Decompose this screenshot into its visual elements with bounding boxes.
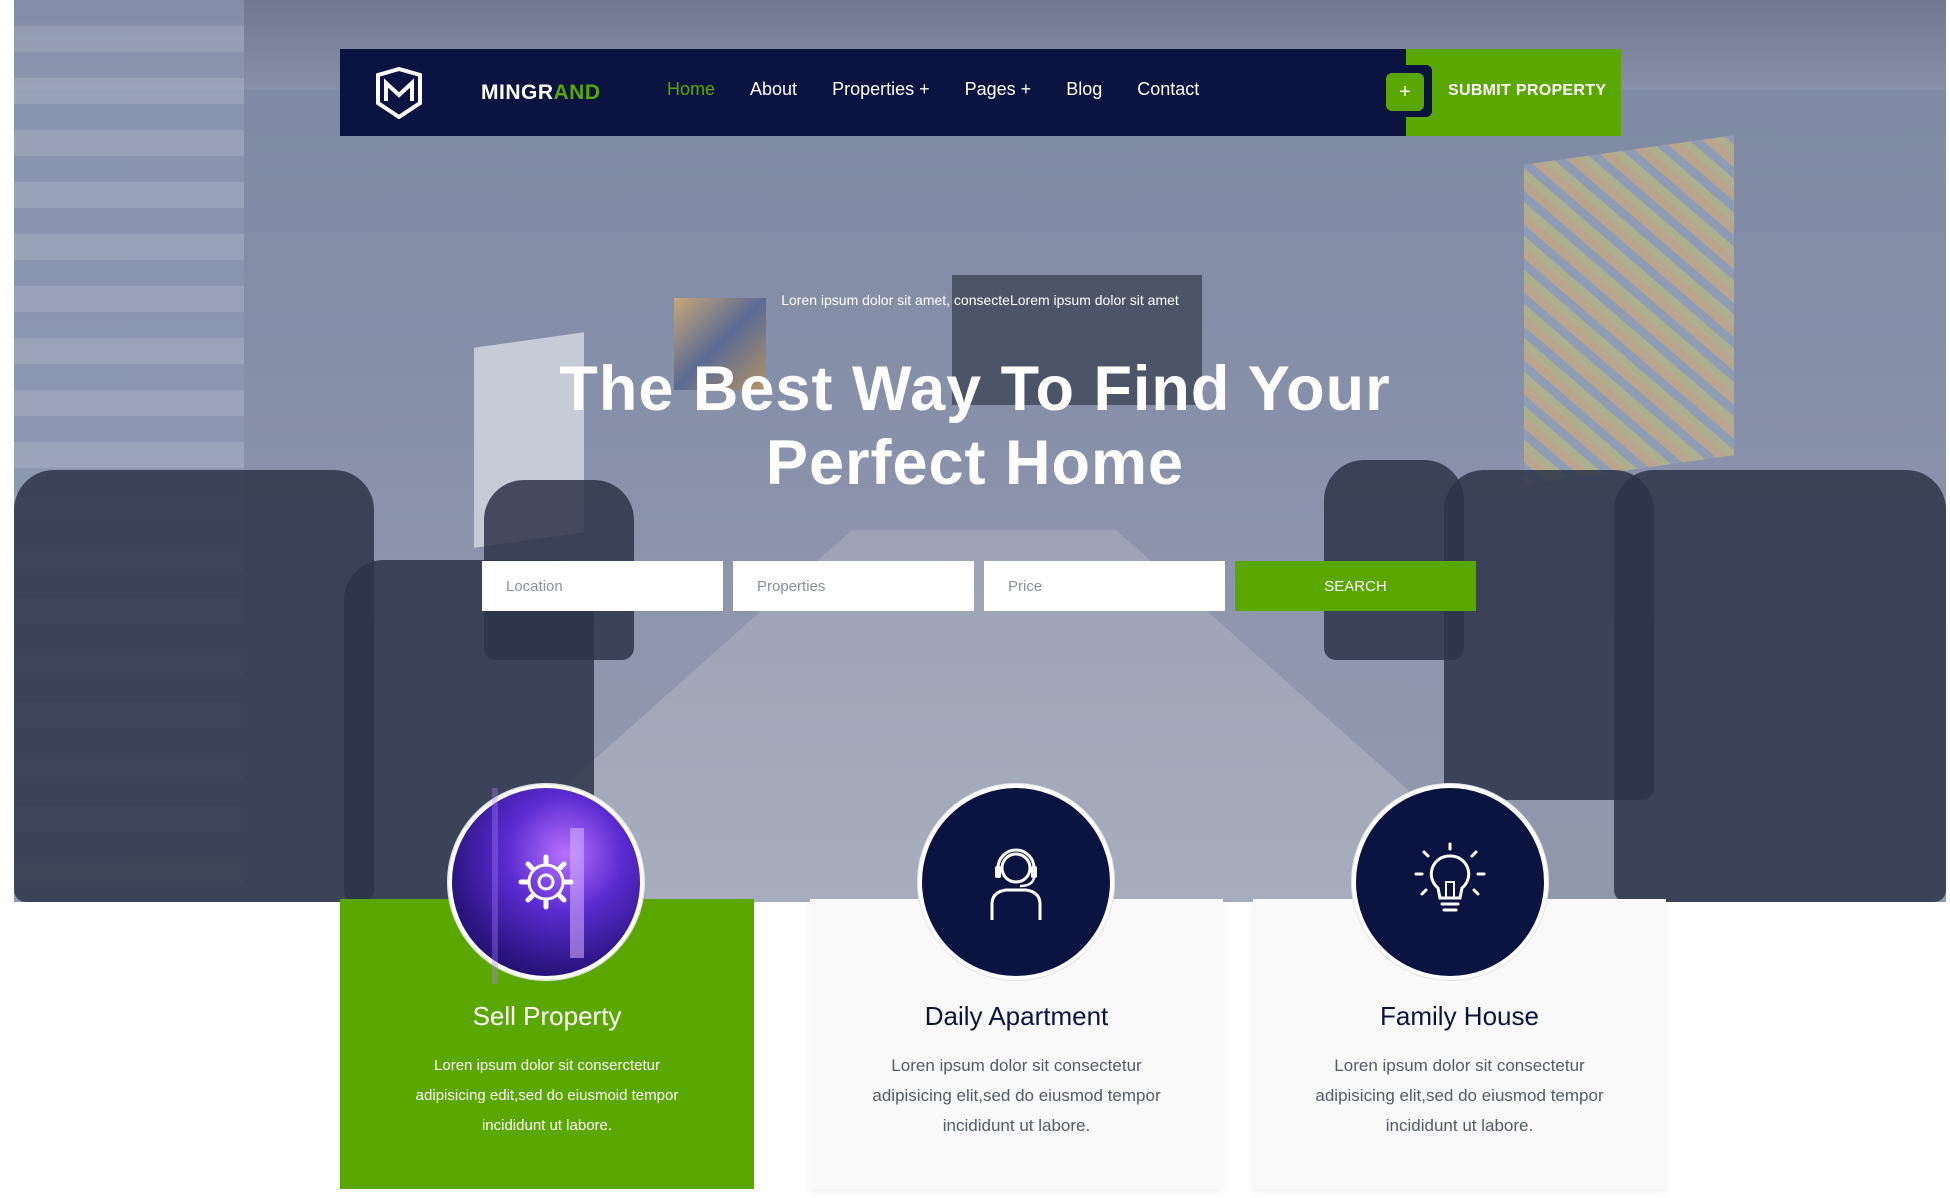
brand-name[interactable]: MINGRAND [481,81,601,105]
sell-property-image [448,784,644,984]
service-card-title: Sell Property [472,1001,622,1031]
hero-chair [1444,470,1654,800]
nav-about[interactable]: About [750,79,797,100]
nav-pages[interactable]: Pages + [965,79,1032,100]
service-card-text: Loren ipsum dolor sit conserctetur adipi… [415,1057,679,1134]
family-house-icon-circle [1352,784,1548,980]
support-agent-icon [990,848,1042,920]
plus-icon: + [1386,73,1424,111]
main-navbar: MINGRAND Home About Properties + Pages +… [340,49,1621,136]
hero-headline: The Best Way To Find Your Perfect Home [559,354,1391,498]
logo-icon[interactable] [374,67,424,119]
brand-name-part1: MINGR [481,81,554,104]
hero-tagline: Loren ipsum dolor sit amet, consecteLore… [781,292,1179,308]
gear-icon [518,854,574,910]
nav-contact[interactable]: Contact [1137,79,1199,100]
location-input[interactable] [482,561,723,611]
price-input[interactable] [984,561,1225,611]
service-card-text: Loren ipsum dolor sit consectetur adipis… [872,1056,1161,1135]
nav-properties[interactable]: Properties + [832,79,930,100]
nav-home[interactable]: Home [667,79,715,100]
nav-blog[interactable]: Blog [1066,79,1102,100]
submit-property-button[interactable]: + SUBMIT PROPERTY [1384,49,1621,136]
nav-links: Home About Properties + Pages + Blog Con… [667,79,1199,100]
lightbulb-icon [1414,842,1486,912]
service-card-title: Daily Apartment [924,1001,1109,1031]
properties-input[interactable] [733,561,974,611]
daily-apartment-icon-circle [918,784,1114,980]
services-section: Sell Property Loren ipsum dolor sit cons… [0,784,1950,1198]
submit-property-label: SUBMIT PROPERTY [1448,82,1607,99]
plus-icon-frame: + [1384,65,1432,117]
light-beam [492,788,498,984]
search-button[interactable]: SEARCH [1235,561,1476,611]
property-search-bar: SEARCH [482,561,1476,611]
service-card-text: Loren ipsum dolor sit consectetur adipis… [1315,1056,1604,1135]
service-card-title: Family House [1380,1001,1539,1031]
brand-name-part2: AND [553,81,601,104]
